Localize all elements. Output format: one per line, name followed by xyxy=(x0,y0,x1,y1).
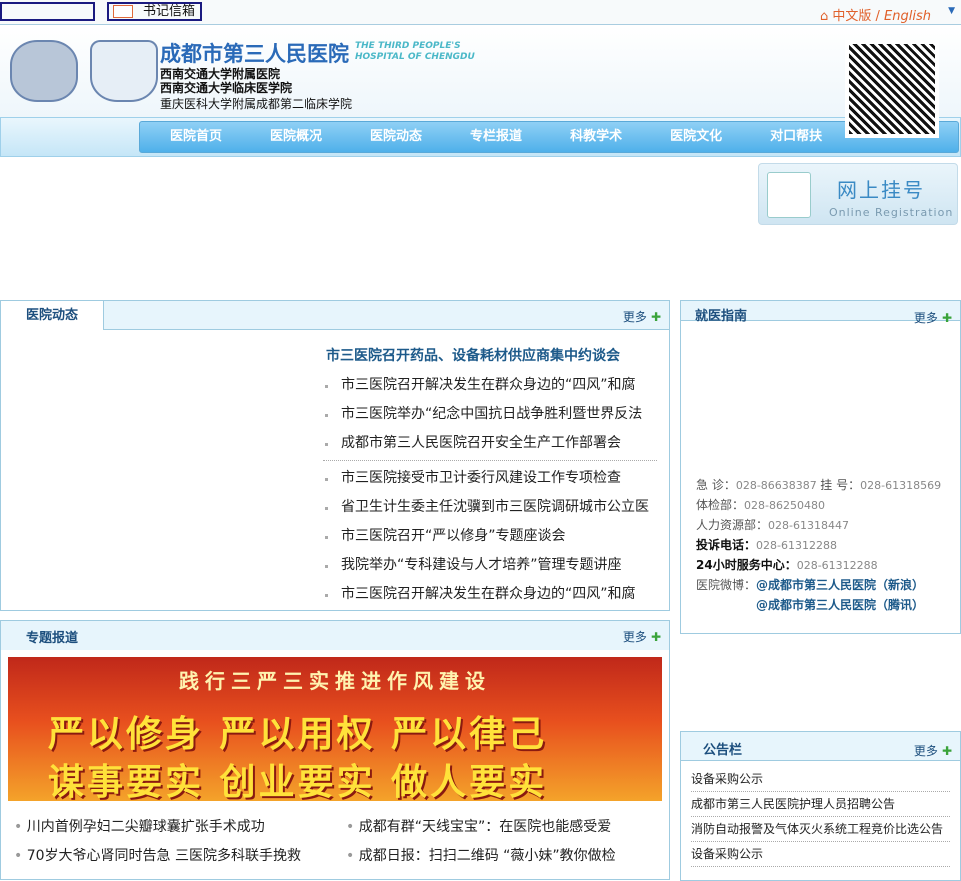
notice-title: 公告栏 xyxy=(703,743,743,758)
site-title: 成都市第三人民医院 xyxy=(160,42,349,66)
notice-item[interactable]: 消防自动报警及气体灭火系统工程竞价比选公告 xyxy=(691,817,950,842)
special-item[interactable]: 成都有群“天线宝宝”：在医院也能感受爱 xyxy=(346,816,612,836)
weibo-sina-link[interactable]: @成都市第三人民医院（新浪） xyxy=(756,578,924,592)
guide-title: 就医指南 xyxy=(695,309,748,324)
online-registration-button[interactable]: 网上挂号 Online Registration xyxy=(758,163,958,225)
special-item[interactable]: 川内首例孕妇二尖瓣球囊扩张手术成功 xyxy=(14,816,265,836)
nav-overview[interactable]: 医院概况 xyxy=(252,122,340,152)
special-banner[interactable]: 践行三严三实推进作风建设 严以修身 严以用权 严以律己 谋事要实 创业要实 做人要实 xyxy=(8,657,662,801)
affiliation-2: 西南交通大学临床医学院 xyxy=(160,81,293,95)
affiliation-3: 重庆医科大学附属成都第二临床学院 xyxy=(160,97,353,111)
nav-column[interactable]: 专栏报道 xyxy=(452,122,540,152)
university-logo xyxy=(90,40,158,102)
guide-more-link[interactable]: 更多 ✚ xyxy=(914,308,952,328)
notice-more-link[interactable]: 更多 ✚ xyxy=(914,739,952,764)
notice-item[interactable]: 设备采购公示 xyxy=(691,767,950,792)
news-item[interactable]: 市三医院召开“严以修身”专题座谈会 xyxy=(321,522,659,551)
news-item[interactable]: 成都市第三人民医院召开安全生产工作部署会 xyxy=(321,429,659,458)
qr-code-overlay xyxy=(845,40,939,138)
special-item[interactable]: 70岁大爷心肾同时告急 三医院多科联手挽救 xyxy=(14,845,301,865)
news-more-link[interactable]: 更多 ✚ xyxy=(623,308,661,325)
nav-news[interactable]: 医院动态 xyxy=(352,122,440,152)
special-title: 专题报道 xyxy=(26,631,79,646)
dropdown-arrow-icon[interactable]: ▼ xyxy=(948,6,955,16)
hospital-logo xyxy=(10,40,78,102)
special-item[interactable]: 成都日报：扫扫二维码 “薇小妹”教你做检 xyxy=(346,845,616,865)
site-title-en: THE THIRD PEOPLE'S HOSPITAL OF CHENGDU xyxy=(355,41,475,62)
guide-panel: 就医指南 更多 ✚ 急 诊：028-86638387 挂 号：028-6131856… xyxy=(680,300,961,634)
special-more-link[interactable]: 更多 ✚ xyxy=(623,628,661,645)
divider xyxy=(323,460,657,461)
news-item[interactable]: 市三医院举办“纪念中国抗日战争胜利暨世界反法 xyxy=(321,400,659,429)
lang-cn[interactable]: 中文版 xyxy=(832,9,871,24)
nav-research[interactable]: 科教学术 xyxy=(552,122,640,152)
nav-culture[interactable]: 医院文化 xyxy=(652,122,740,152)
news-tab[interactable]: 医院动态 xyxy=(1,301,105,330)
news-item[interactable]: 市三医院召开解决发生在群众身边的“四风”和腐 xyxy=(321,371,659,400)
news-item[interactable]: 市三医院接受市卫计委行风建设工作专项检查 xyxy=(321,464,659,493)
notice-panel: 公告栏 更多 ✚ 设备采购公示 成都市第三人民医院护理人员招聘公告 消防自动报警及气… xyxy=(680,731,961,881)
search-box[interactable] xyxy=(0,2,95,21)
nav-home[interactable]: 医院首页 xyxy=(152,122,240,152)
mail-icon xyxy=(113,5,133,18)
news-item[interactable]: 我院举办“专科建设与人才培养”管理专题讲座 xyxy=(321,551,659,580)
notice-item[interactable]: 设备采购公示 xyxy=(691,842,950,867)
news-item[interactable]: 省卫生计生委主任沈骥到市三医院调研城市公立医 xyxy=(321,493,659,522)
lang-en[interactable]: English xyxy=(884,9,931,24)
main-nav: 医院首页 医院概况 医院动态 专栏报道 科教学术 医院文化 对口帮扶 xyxy=(139,121,959,153)
news-panel: 医院动态 更多 ✚ 市三医院召开药品、设备耗材供应商集中约谈会 市三医院召开解决发生… xyxy=(0,300,670,611)
news-headline[interactable]: 市三医院召开药品、设备耗材供应商集中约谈会 xyxy=(326,345,620,365)
home-icon: ⌂ xyxy=(819,9,833,24)
weibo-tencent-link[interactable]: @成都市第三人民医院（腾讯） xyxy=(756,598,924,612)
news-item[interactable]: 市三医院召开解决发生在群众身边的“四风”和腐 xyxy=(321,580,659,609)
nav-aid[interactable]: 对口帮扶 xyxy=(752,122,840,152)
secretary-mailbox-link[interactable]: 书记信箱 xyxy=(107,2,202,21)
notepad-icon xyxy=(767,172,811,218)
notice-item[interactable]: 成都市第三人民医院护理人员招聘公告 xyxy=(691,792,950,817)
language-switch[interactable]: ⌂ 中文版 / English xyxy=(820,5,931,24)
